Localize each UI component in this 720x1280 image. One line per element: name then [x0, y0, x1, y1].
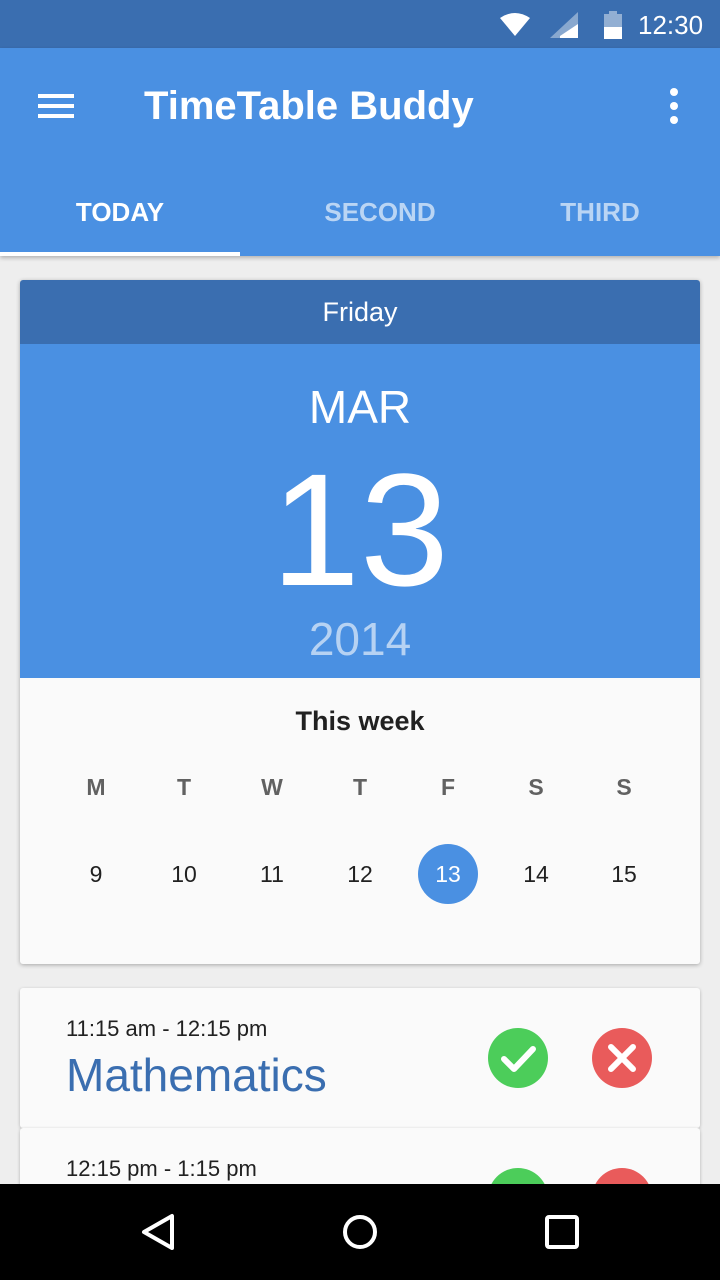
weekday-label: T — [176, 774, 192, 800]
cell-signal-icon — [550, 12, 578, 38]
day-name: Friday — [20, 280, 700, 344]
week-date[interactable]: 9 — [66, 844, 126, 904]
weekday-label: S — [528, 774, 544, 800]
tab-second[interactable]: SECOND — [260, 168, 500, 256]
more-vert-icon[interactable] — [656, 84, 692, 128]
week-title: This week — [295, 706, 425, 736]
tab-today[interactable]: TODAY — [0, 168, 240, 256]
week-date[interactable]: 15 — [594, 844, 654, 904]
app-title: TimeTable Buddy — [144, 84, 474, 128]
weekday-label: M — [86, 774, 106, 800]
status-clock: 12:30 — [638, 10, 704, 40]
check-icon — [501, 1046, 536, 1072]
status-bar: 12:30 — [0, 0, 720, 48]
class-card[interactable]: 11:15 am - 12:15 pm Mathematics — [20, 988, 700, 1128]
class-time: 12:15 pm - 1:15 pm — [66, 1156, 257, 1181]
recents-icon[interactable] — [540, 1210, 584, 1254]
app-bar: TimeTable Buddy TODAY SECOND THIRD — [0, 48, 720, 256]
tab-third[interactable]: THIRD — [480, 168, 720, 256]
date-block: MAR 13 2014 — [20, 344, 700, 678]
attended-check-button[interactable] — [488, 1028, 548, 1088]
week-date[interactable]: 10 — [154, 844, 214, 904]
class-time: 11:15 am - 12:15 pm — [66, 1016, 268, 1041]
weekday-label: T — [352, 774, 368, 800]
weekday-label: F — [440, 774, 456, 800]
system-nav-bar — [0, 1184, 720, 1280]
wifi-icon — [500, 13, 530, 36]
tab-indicator — [0, 252, 240, 256]
week-date[interactable]: 14 — [506, 844, 566, 904]
class-subject: Mathematics — [66, 1049, 327, 1101]
hamburger-menu-icon[interactable] — [30, 86, 82, 126]
week-date-selected[interactable]: 13 — [418, 844, 478, 904]
home-icon[interactable] — [338, 1210, 382, 1254]
weekday-label: S — [616, 774, 632, 800]
close-icon — [608, 1044, 636, 1072]
weekday-label: W — [261, 774, 283, 800]
missed-close-button[interactable] — [592, 1028, 652, 1088]
back-icon[interactable] — [138, 1210, 182, 1254]
month-label: MAR — [308, 381, 412, 433]
week-date[interactable]: 11 — [242, 844, 302, 904]
year-label: 2014 — [308, 613, 412, 665]
day-number: 13 — [271, 440, 449, 619]
battery-icon — [604, 11, 622, 39]
week-date[interactable]: 12 — [330, 844, 390, 904]
date-card: Friday MAR 13 2014 This week M T W T F S… — [20, 280, 700, 964]
